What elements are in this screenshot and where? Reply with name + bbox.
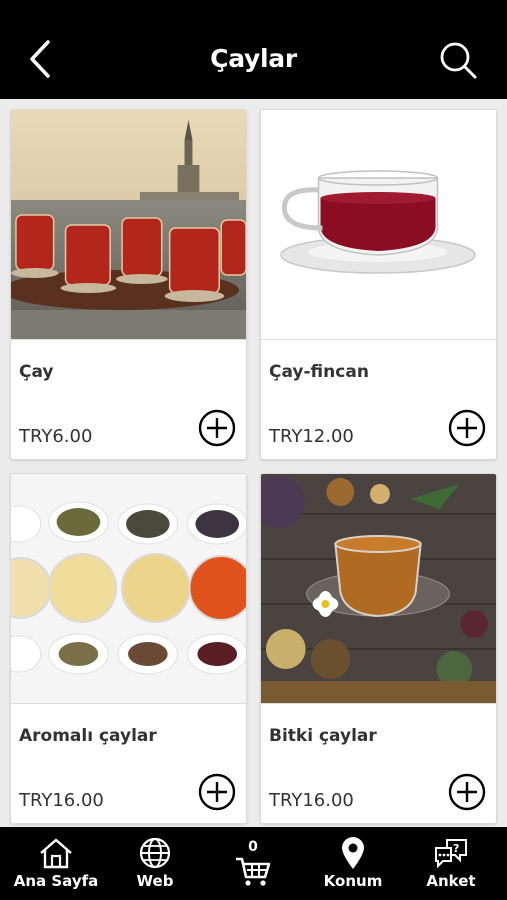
nav-cart[interactable]: 0 xyxy=(218,827,288,900)
product-card[interactable]: Çay-fincan TRY12.00 xyxy=(260,109,497,460)
card-divider xyxy=(11,703,246,704)
search-icon[interactable] xyxy=(438,40,478,80)
location-pin-icon xyxy=(342,837,364,869)
nav-web-label: Web xyxy=(136,872,174,890)
product-name: Aromalı çaylar xyxy=(19,726,157,746)
add-to-cart-icon[interactable] xyxy=(448,409,486,447)
add-to-cart-icon[interactable] xyxy=(448,773,486,811)
product-name: Bitki çaylar xyxy=(269,726,377,746)
product-card[interactable]: Çay TRY6.00 xyxy=(10,109,247,460)
product-price: TRY16.00 xyxy=(19,790,104,811)
product-grid: Çay TRY6.00 Çay-fincan TRY12.00 Aromalı … xyxy=(0,99,507,827)
card-divider xyxy=(11,339,246,340)
card-divider xyxy=(261,339,496,340)
product-name: Çay-fincan xyxy=(269,362,369,382)
shopping-cart-icon xyxy=(236,857,271,886)
nav-home[interactable]: Ana Sayfa xyxy=(8,827,104,900)
survey-chat-icon: ? xyxy=(435,839,467,869)
product-image xyxy=(261,110,496,339)
globe-icon xyxy=(139,837,171,869)
product-card[interactable]: Bitki çaylar TRY16.00 xyxy=(260,473,497,824)
top-bar: Çaylar xyxy=(0,0,507,99)
product-price: TRY16.00 xyxy=(269,790,354,811)
add-to-cart-icon[interactable] xyxy=(198,773,236,811)
nav-survey-label: Anket xyxy=(426,872,476,890)
nav-survey[interactable]: ? Anket xyxy=(420,827,482,900)
cart-count-badge: 0 xyxy=(248,839,258,855)
add-to-cart-icon[interactable] xyxy=(198,409,236,447)
page-title: Çaylar xyxy=(210,44,297,73)
product-price: TRY6.00 xyxy=(19,426,93,447)
svg-text:?: ? xyxy=(453,842,459,855)
product-image xyxy=(261,474,496,703)
bottom-navigation: Ana Sayfa Web 0 Konum ? Anket xyxy=(0,827,507,900)
nav-location-label: Konum xyxy=(323,872,383,890)
nav-web[interactable]: Web xyxy=(120,827,190,900)
product-price: TRY12.00 xyxy=(269,426,354,447)
card-divider xyxy=(261,703,496,704)
product-image xyxy=(11,474,246,703)
nav-location[interactable]: Konum xyxy=(318,827,388,900)
product-name: Çay xyxy=(19,362,54,382)
nav-home-label: Ana Sayfa xyxy=(13,872,99,890)
home-icon xyxy=(40,838,72,869)
product-card[interactable]: Aromalı çaylar TRY16.00 xyxy=(10,473,247,824)
product-image xyxy=(11,110,246,339)
